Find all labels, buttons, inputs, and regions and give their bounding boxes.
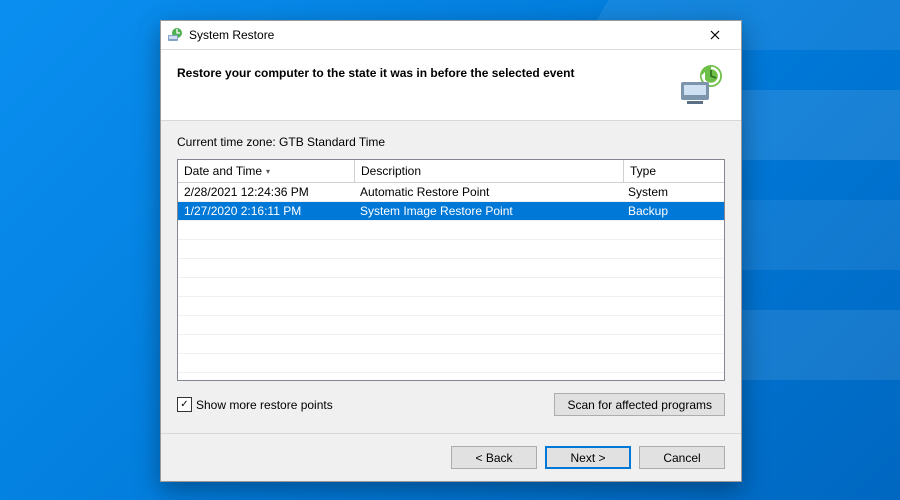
table-row[interactable]: 2/28/2021 12:24:36 PMAutomatic Restore P… xyxy=(178,183,724,202)
sort-indicator-icon: ▾ xyxy=(266,167,270,176)
checkbox-label: Show more restore points xyxy=(196,398,333,412)
table-cell: System Image Restore Point xyxy=(354,204,622,218)
table-body: 2/28/2021 12:24:36 PMAutomatic Restore P… xyxy=(178,183,724,380)
wizard-body: Current time zone: GTB Standard Time Dat… xyxy=(161,121,741,433)
back-button[interactable]: < Back xyxy=(451,446,537,469)
system-restore-dialog: System Restore Restore your computer to … xyxy=(160,20,742,482)
restore-illustration-icon xyxy=(677,64,725,106)
table-row xyxy=(178,278,724,297)
next-button[interactable]: Next > xyxy=(545,446,631,469)
checkbox-icon: ✓ xyxy=(177,397,192,412)
system-restore-icon xyxy=(167,27,183,43)
wizard-heading: Restore your computer to the state it wa… xyxy=(177,64,677,80)
table-row xyxy=(178,259,724,278)
titlebar[interactable]: System Restore xyxy=(161,21,741,50)
table-cell: Backup xyxy=(622,204,724,218)
table-row xyxy=(178,373,724,380)
below-grid-row: ✓ Show more restore points Scan for affe… xyxy=(177,393,725,416)
wizard-header: Restore your computer to the state it wa… xyxy=(161,50,741,121)
table-row xyxy=(178,316,724,335)
desktop-background: System Restore Restore your computer to … xyxy=(0,0,900,500)
column-header-type[interactable]: Type xyxy=(624,160,724,182)
timezone-label: Current time zone: GTB Standard Time xyxy=(177,135,725,149)
table-cell: Automatic Restore Point xyxy=(354,185,622,199)
table-row xyxy=(178,221,724,240)
window-title: System Restore xyxy=(189,28,695,42)
show-more-restore-points-checkbox[interactable]: ✓ Show more restore points xyxy=(177,397,554,412)
column-header-label: Type xyxy=(630,164,656,178)
table-row xyxy=(178,354,724,373)
cancel-button[interactable]: Cancel xyxy=(639,446,725,469)
table-header[interactable]: Date and Time ▾ Description Type xyxy=(178,160,724,183)
restore-points-table[interactable]: Date and Time ▾ Description Type 2/28/20… xyxy=(177,159,725,381)
table-row xyxy=(178,335,724,354)
column-header-date[interactable]: Date and Time ▾ xyxy=(178,160,355,182)
table-row[interactable]: 1/27/2020 2:16:11 PMSystem Image Restore… xyxy=(178,202,724,221)
table-cell: 2/28/2021 12:24:36 PM xyxy=(178,185,354,199)
table-row xyxy=(178,297,724,316)
column-header-label: Date and Time xyxy=(184,164,262,178)
column-header-description[interactable]: Description xyxy=(355,160,624,182)
close-button[interactable] xyxy=(695,21,735,49)
table-cell: 1/27/2020 2:16:11 PM xyxy=(178,204,354,218)
table-row xyxy=(178,240,724,259)
table-cell: System xyxy=(622,185,724,199)
wizard-footer: < Back Next > Cancel xyxy=(161,433,741,481)
column-header-label: Description xyxy=(361,164,421,178)
scan-affected-programs-button[interactable]: Scan for affected programs xyxy=(554,393,725,416)
